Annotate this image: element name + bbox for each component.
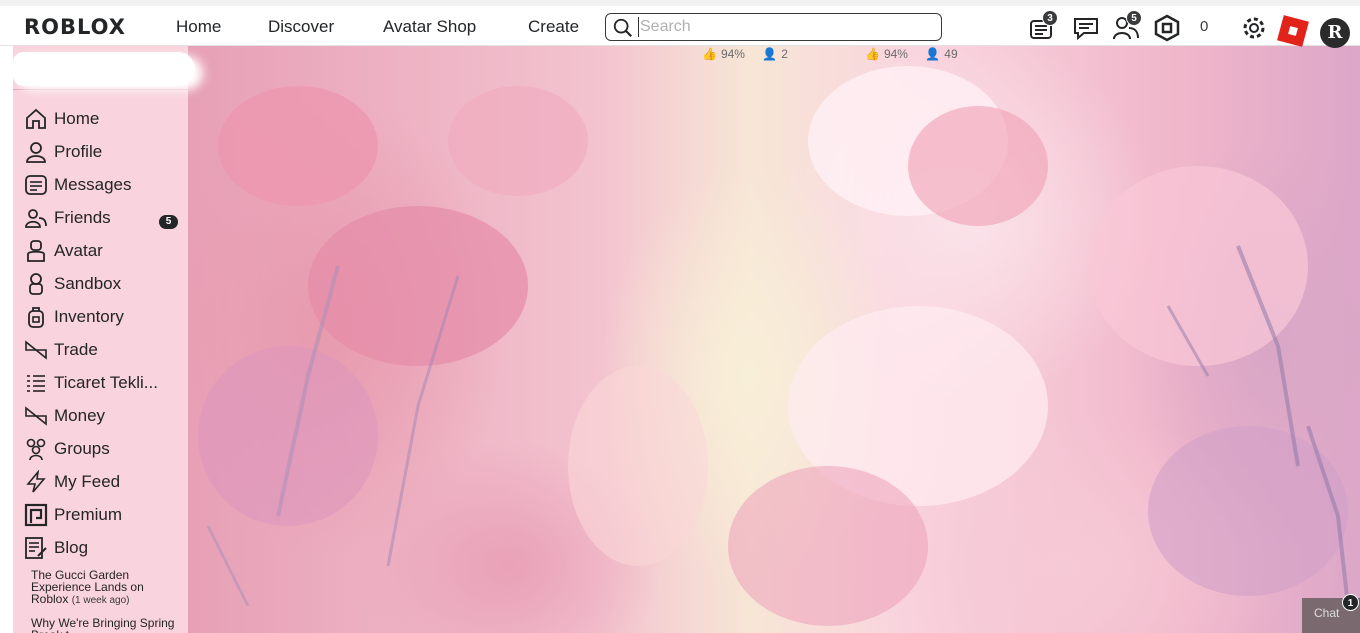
notifications-badge: 3	[1042, 10, 1058, 26]
blog-post-age: (1 week ago)	[71, 595, 130, 606]
blog-post-title: Why We're Bringing Spring Break t...	[31, 617, 175, 633]
settings-gear-icon[interactable]	[1240, 14, 1268, 42]
roblox-studio-icon[interactable]	[1277, 15, 1309, 47]
sidebar-item-label: Sandbox	[54, 274, 122, 293]
search-icon[interactable]	[612, 17, 634, 39]
money-icon	[25, 406, 47, 426]
game-stats: 👍 94% 👤 49	[865, 47, 962, 61]
username-cloud-decoration	[13, 52, 195, 86]
sidebar-item-label: Messages	[54, 175, 132, 194]
nav-create-link[interactable]: Create	[528, 17, 579, 37]
sidebar-item-label: My Feed	[54, 472, 121, 491]
feed-lightning-icon	[26, 470, 46, 493]
messages-icon	[25, 175, 47, 195]
profile-icon	[26, 142, 46, 163]
nav-home-link[interactable]: Home	[176, 17, 221, 37]
sidebar-item-inventory[interactable]: Inventory	[24, 302, 188, 332]
sidebar-item-label: Money	[54, 406, 106, 425]
sidebar-item-messages[interactable]: Messages	[24, 170, 188, 200]
sidebar-item-label: Friends	[54, 208, 111, 227]
left-sidebar: Home Profile Messages Friends 5 Avatar S…	[13, 46, 195, 633]
players-value: 49	[944, 47, 958, 61]
friends-icon	[25, 209, 47, 228]
home-icon	[26, 108, 46, 129]
background-cherry-blossom-scene	[188, 46, 1360, 633]
sidebar-item-label: Premium	[54, 505, 123, 524]
sidebar-item-money[interactable]: Money	[24, 401, 188, 431]
sidebar-item-label: Ticaret Tekli...	[54, 373, 158, 392]
search-box[interactable]	[605, 13, 942, 41]
sidebar-item-label: Blog	[54, 538, 89, 557]
rating-value: 94%	[883, 47, 908, 61]
sidebar-item-label: Groups	[54, 439, 110, 458]
robux-count[interactable]: 0	[1200, 18, 1208, 35]
chat-icon[interactable]	[1072, 14, 1100, 42]
blog-icon	[25, 537, 47, 559]
list-icon	[27, 375, 45, 392]
search-input[interactable]	[640, 16, 936, 38]
user-avatar[interactable]: R	[1320, 18, 1350, 48]
nav-avatar-shop-link[interactable]: Avatar Shop	[383, 17, 476, 37]
sidebar-item-label: Profile	[54, 142, 103, 161]
sidebar-item-label: Trade	[54, 340, 98, 359]
page-root: 👍 94% 👤 2 👍 94% 👤 49 ROBLOX Home Discover Av…	[0, 0, 1360, 633]
nav-discover-link[interactable]: Discover	[268, 17, 334, 37]
sidebar-item-profile[interactable]: Profile	[24, 137, 188, 167]
sidebar-item-label: Inventory	[54, 307, 124, 326]
sidebar-item-avatar[interactable]: Avatar	[24, 236, 188, 266]
thumbs-up-icon: 👍	[865, 47, 880, 61]
thumbs-up-icon: 👍	[702, 47, 717, 61]
search-cursor	[638, 17, 639, 37]
avatar-icon	[27, 240, 45, 262]
sidebar-item-premium[interactable]: Premium	[24, 500, 188, 530]
sidebar-item-friends[interactable]: Friends 5	[24, 203, 188, 233]
blog-post-link[interactable]: Why We're Bringing Spring Break t...	[31, 617, 183, 633]
trade-icon	[25, 340, 47, 360]
sidebar-item-groups[interactable]: Groups	[24, 434, 188, 464]
groups-icon	[26, 438, 46, 461]
chat-label: Chat	[1314, 606, 1340, 620]
sidebar-item-my-feed[interactable]: My Feed	[24, 467, 188, 497]
sidebar-item-trade-offers[interactable]: Ticaret Tekli...	[24, 368, 188, 398]
players-value: 2	[781, 47, 788, 61]
players-icon: 👤	[925, 47, 941, 61]
robux-icon[interactable]	[1153, 14, 1181, 42]
game-stats: 👍 94% 👤 2	[702, 47, 792, 61]
blog-post-link[interactable]: The Gucci Garden Experience Lands on Rob…	[31, 569, 183, 607]
premium-icon	[24, 503, 48, 527]
top-navigation-bar: ROBLOX Home Discover Avatar Shop Create …	[0, 0, 1360, 48]
sidebar-item-label: Home	[54, 109, 100, 128]
players-icon: 👤	[762, 47, 778, 61]
sidebar-item-trade[interactable]: Trade	[24, 335, 188, 365]
tree-branches	[206, 245, 1350, 607]
chat-badge: 1	[1342, 594, 1359, 611]
friends-count-badge: 5	[159, 215, 178, 229]
sidebar-username-area	[13, 46, 195, 90]
inventory-icon	[28, 307, 44, 328]
rating-value: 94%	[720, 47, 745, 61]
friends-badge: 5	[1126, 10, 1142, 26]
sidebar-item-sandbox[interactable]: Sandbox	[24, 269, 188, 299]
sidebar-item-home[interactable]: Home	[24, 104, 188, 134]
roblox-logo[interactable]: ROBLOX	[24, 15, 126, 39]
sidebar-item-blog[interactable]: Blog	[24, 533, 188, 563]
sidebar-item-label: Avatar	[54, 241, 103, 260]
sandbox-icon	[29, 273, 43, 295]
